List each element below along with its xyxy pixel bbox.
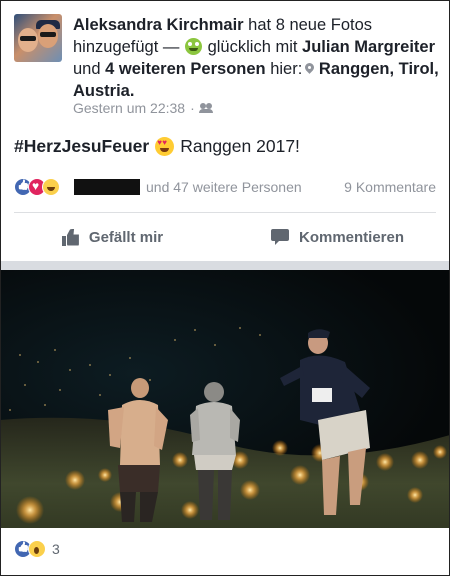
comment-button-label: Kommentieren <box>298 228 405 246</box>
and-text: und <box>73 60 101 78</box>
author-name[interactable]: Aleksandra Kirchmair <box>73 16 244 34</box>
like-button[interactable]: Gefällt mir <box>0 213 225 261</box>
friends-icon[interactable] <box>198 103 214 113</box>
post-header-text: Aleksandra Kirchmair hat 8 neue Fotos hi… <box>73 14 443 102</box>
reactions-summary[interactable]: und 47 weitere Personen 9 Kommentare <box>14 176 436 198</box>
wow-reaction-icon <box>28 540 46 558</box>
author-avatar[interactable] <box>14 14 62 62</box>
photo-reactions-count: 3 <box>52 541 60 557</box>
separator: · <box>190 100 195 116</box>
timestamp-row: Gestern um 22:38 · <box>73 100 214 116</box>
here-text: hier: <box>270 60 303 78</box>
timestamp[interactable]: Gestern um 22:38 <box>73 100 185 116</box>
reactions-others-text[interactable]: und 47 weitere Personen <box>146 179 302 195</box>
hashtag-link[interactable]: #HerzJesuFeuer <box>14 136 149 157</box>
post-photo[interactable] <box>0 270 450 528</box>
comments-count[interactable]: 9 Kommentare <box>344 179 436 195</box>
comment-icon <box>270 229 289 245</box>
redacted-name <box>74 179 140 195</box>
comment-button[interactable]: Kommentieren <box>225 213 450 261</box>
tagged-others-link[interactable]: 4 weiteren Personen <box>105 60 265 78</box>
tagged-person-link[interactable]: Julian Margreiter <box>302 38 435 56</box>
post-text: #HerzJesuFeuer Ranggen 2017! <box>14 136 300 157</box>
section-separator <box>0 261 450 270</box>
post-header: Aleksandra Kirchmair hat 8 neue Fotos hi… <box>14 14 444 118</box>
location-pin-icon <box>305 63 314 75</box>
grinning-face-icon <box>185 38 202 55</box>
thumbs-up-icon <box>61 229 79 246</box>
haha-reaction-icon <box>42 178 60 196</box>
action-bar: Gefällt mir Kommentieren <box>0 213 450 261</box>
like-button-label: Gefällt mir <box>88 228 164 246</box>
heart-eyes-icon <box>155 137 175 156</box>
post-message: Ranggen 2017! <box>180 136 300 156</box>
photo-reactions[interactable]: 3 <box>14 540 60 558</box>
night-fire-photo <box>0 327 450 528</box>
feeling-text: glücklich mit <box>207 38 298 56</box>
